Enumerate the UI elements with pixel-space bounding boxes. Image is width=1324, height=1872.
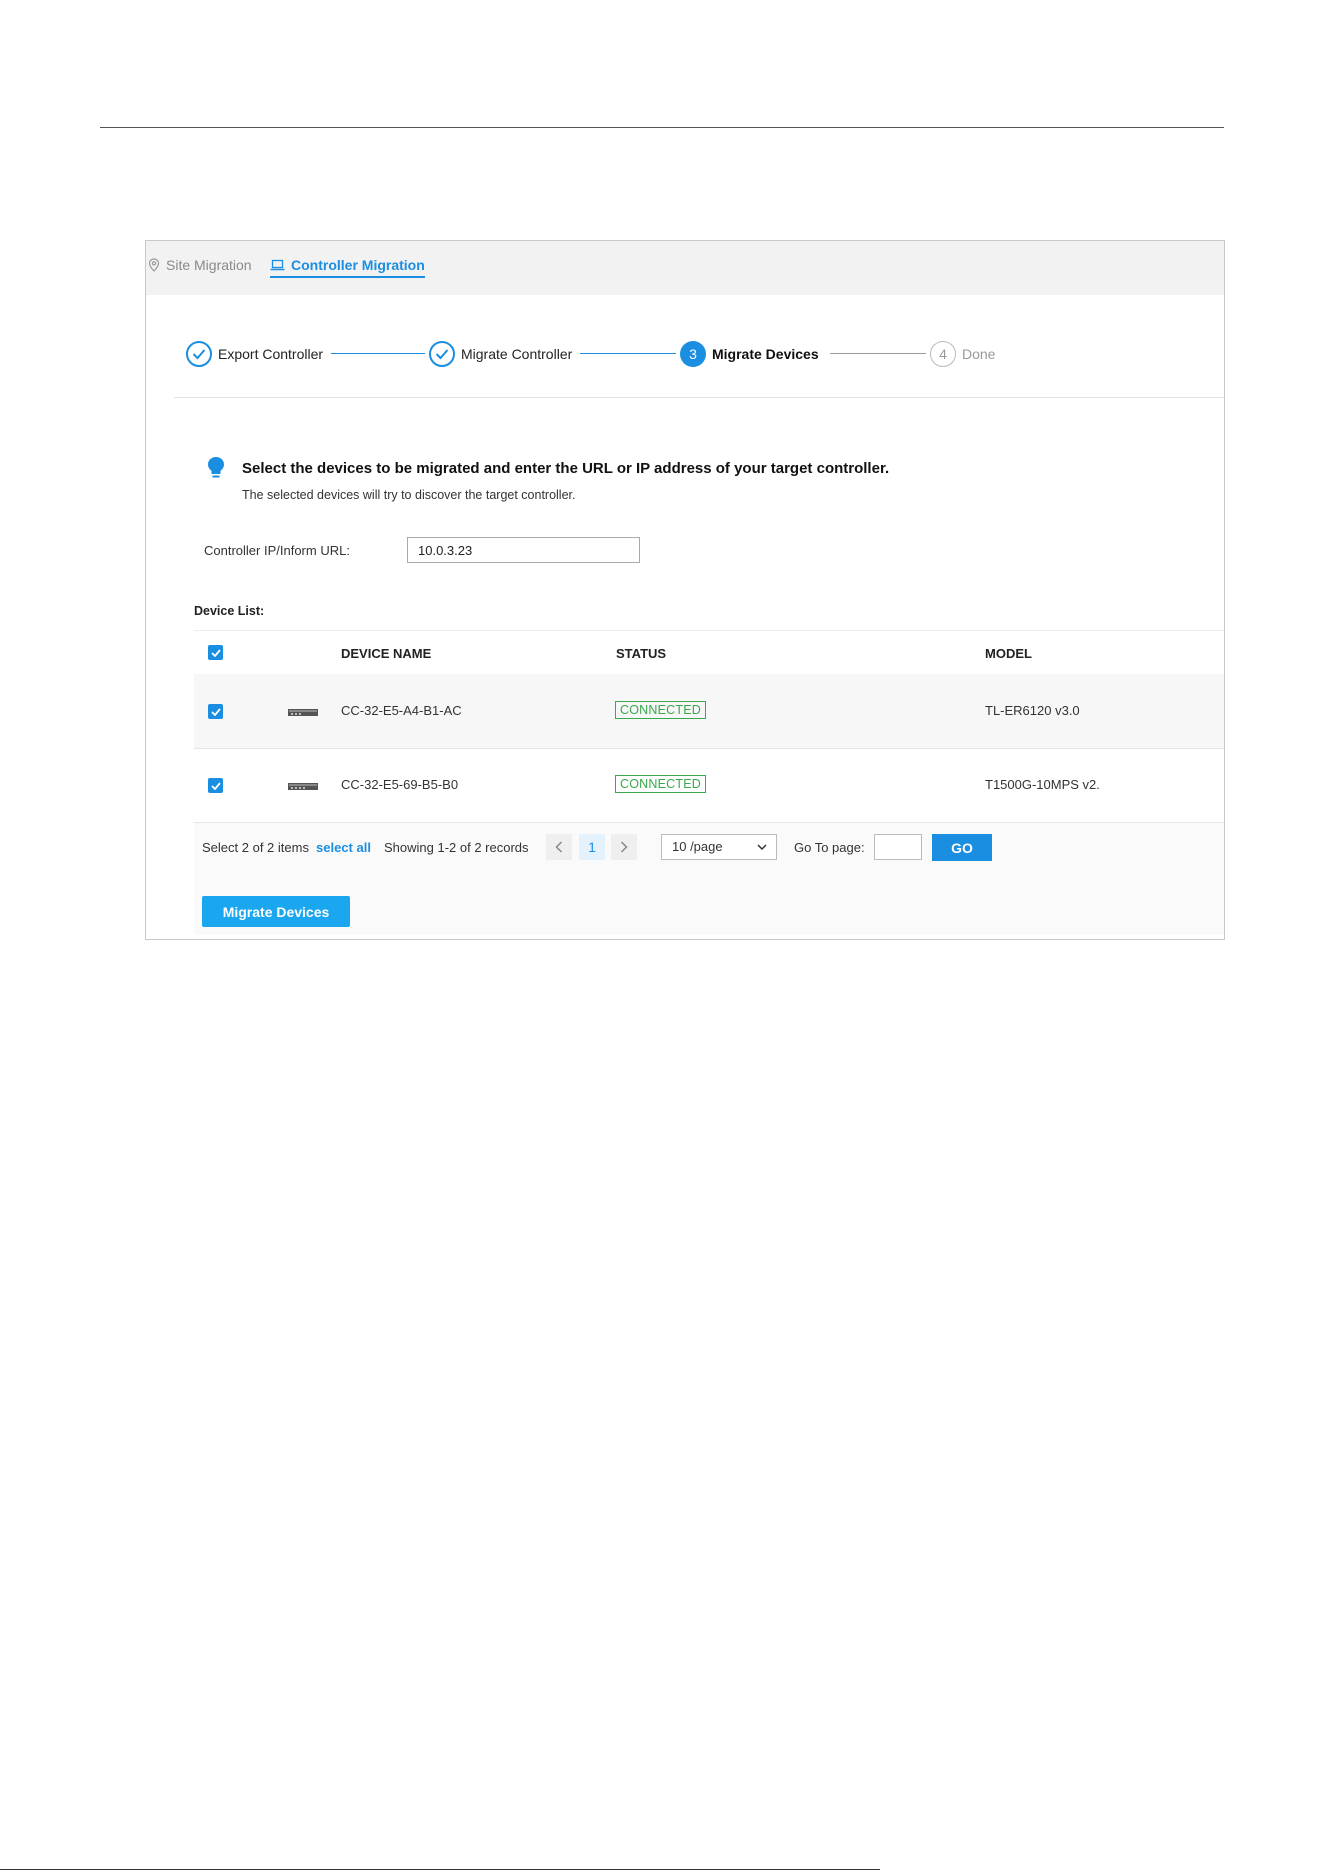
go-button[interactable]: GO — [932, 834, 992, 861]
device-model: T1500G-10MPS v2. — [985, 777, 1100, 792]
checkmark-icon — [210, 707, 221, 716]
migration-panel: Site Migration Controller Migration Expo… — [145, 240, 1225, 940]
column-model[interactable]: MODEL — [985, 646, 1032, 661]
row-checkbox[interactable] — [208, 778, 223, 793]
step-complete-icon — [429, 341, 455, 367]
tab-site-migration[interactable]: Site Migration — [148, 257, 252, 273]
tab-controller-migration-label: Controller Migration — [291, 257, 425, 273]
lightbulb-icon — [208, 457, 224, 478]
checkmark-icon — [210, 648, 221, 657]
selection-count: Select 2 of 2 items — [202, 840, 309, 855]
location-pin-icon — [148, 258, 160, 272]
step-complete-icon — [186, 341, 212, 367]
controller-url-label: Controller IP/Inform URL: — [204, 543, 350, 558]
step-connector — [331, 353, 425, 354]
device-name[interactable]: CC-32-E5-A4-B1-AC — [341, 703, 462, 718]
chevron-down-icon — [757, 844, 767, 851]
step-migrate-devices: 3 Migrate Devices — [680, 339, 819, 369]
select-all-checkbox[interactable] — [208, 645, 223, 660]
step-label: Migrate Controller — [461, 346, 573, 362]
switch-device-icon — [288, 783, 318, 790]
stepper-divider — [174, 397, 1224, 398]
step-done: 4 Done — [930, 339, 995, 369]
status-badge: CONNECTED — [615, 701, 706, 719]
table-header: DEVICE NAME STATUS MODEL — [194, 630, 1224, 676]
device-name[interactable]: CC-32-E5-69-B5-B0 — [341, 777, 458, 792]
goto-page-input[interactable] — [874, 834, 922, 860]
notice-subtitle: The selected devices will try to discove… — [242, 488, 576, 502]
checkmark-icon — [435, 349, 449, 360]
device-model: TL-ER6120 v3.0 — [985, 703, 1080, 718]
step-export-controller: Export Controller — [186, 339, 323, 369]
page-size-select[interactable]: 10 /page — [661, 834, 777, 860]
step-label: Export Controller — [218, 346, 324, 362]
column-device-name[interactable]: DEVICE NAME — [341, 646, 431, 661]
chevron-right-icon — [620, 841, 628, 853]
step-migrate-controller: Migrate Controller — [429, 339, 572, 369]
tab-site-migration-label: Site Migration — [166, 257, 252, 273]
step-connector — [830, 353, 926, 354]
tab-bar: Site Migration Controller Migration — [146, 241, 1224, 295]
table-row[interactable]: CC-32-E5-69-B5-B0 CONNECTED T1500G-10MPS… — [194, 748, 1224, 823]
select-all-link[interactable]: select all — [316, 840, 371, 855]
page-1-button[interactable]: 1 — [579, 834, 605, 860]
step-number: 4 — [930, 341, 956, 367]
checkmark-icon — [210, 781, 221, 790]
next-page-button[interactable] — [611, 834, 637, 860]
step-number: 3 — [680, 341, 706, 367]
table-footer: Select 2 of 2 items select all Showing 1… — [194, 823, 1224, 935]
row-checkbox[interactable] — [208, 704, 223, 719]
records-summary: Showing 1-2 of 2 records — [384, 840, 529, 855]
chevron-left-icon — [555, 841, 563, 853]
migration-stepper: Export Controller Migrate Controller 3 M… — [186, 339, 1086, 369]
controller-url-input[interactable] — [407, 537, 640, 563]
page-top-rule — [100, 127, 1224, 128]
checkmark-icon — [192, 349, 206, 360]
column-status[interactable]: STATUS — [616, 646, 666, 661]
router-device-icon — [288, 709, 318, 716]
page-bottom-rule — [0, 1869, 880, 1870]
step-connector — [580, 353, 676, 354]
migrate-devices-button[interactable]: Migrate Devices — [202, 896, 350, 927]
laptop-icon — [270, 259, 285, 271]
device-list-label: Device List: — [194, 604, 265, 618]
prev-page-button[interactable] — [546, 834, 572, 860]
page-size-value: 10 /page — [672, 839, 723, 854]
table-row[interactable]: CC-32-E5-A4-B1-AC CONNECTED TL-ER6120 v3… — [194, 674, 1224, 749]
step-label: Migrate Devices — [712, 346, 819, 362]
status-badge: CONNECTED — [615, 775, 706, 793]
tab-controller-migration[interactable]: Controller Migration — [270, 257, 425, 278]
goto-page-label: Go To page: — [794, 840, 865, 855]
step-label: Done — [962, 346, 996, 362]
notice-title: Select the devices to be migrated and en… — [242, 460, 890, 477]
